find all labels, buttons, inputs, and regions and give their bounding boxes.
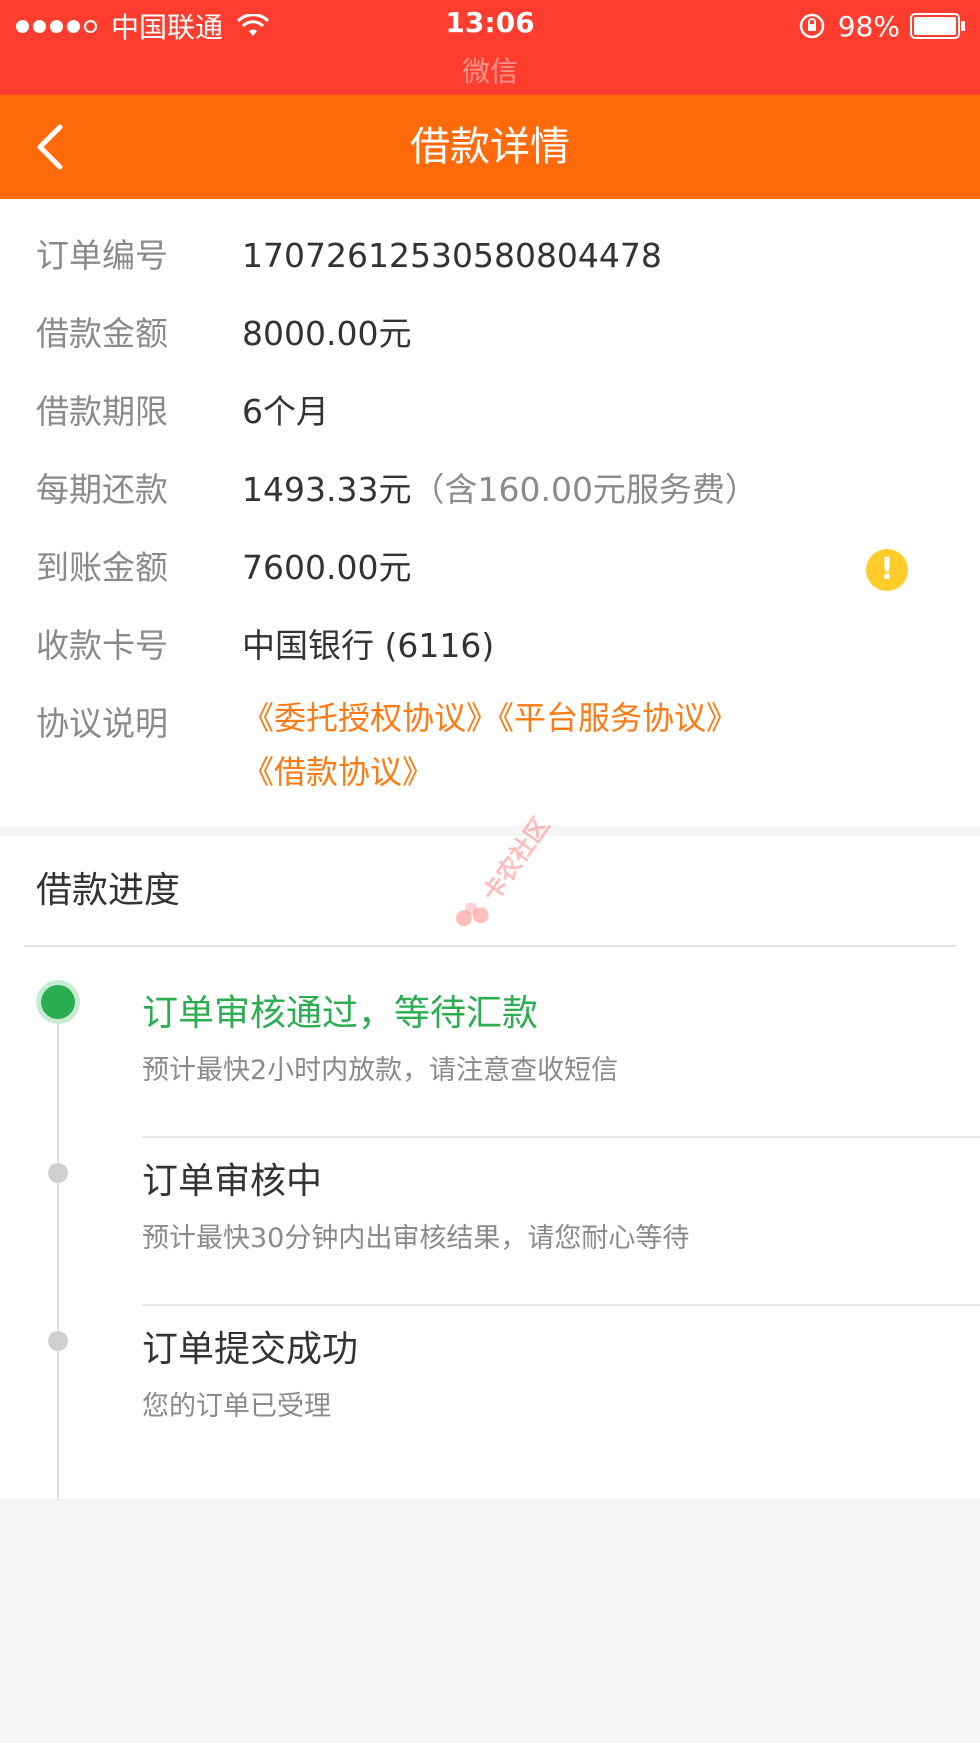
detail-label: 订单编号 xyxy=(36,236,168,275)
detail-label: 借款金额 xyxy=(36,314,168,353)
protocol-link-authorization[interactable]: 《委托授权协议》 xyxy=(242,699,498,737)
detail-label: 每期还款 xyxy=(36,470,168,509)
detail-row-loan-term: 借款期限 6个月 xyxy=(0,373,980,451)
step-status-active-icon xyxy=(41,985,75,1019)
detail-row-order-number: 订单编号 170726125305808044​78 xyxy=(0,217,980,295)
page-title: 借款详情 xyxy=(410,124,570,170)
detail-value: 1493.33元（含160.00元服务费） xyxy=(242,451,758,529)
detail-row-installment: 每期还款 1493.33元（含160.00元服务费） xyxy=(0,451,980,529)
battery-icon xyxy=(910,13,965,39)
service-fee-note: （含160.00元服务费） xyxy=(411,470,758,509)
step-desc: 预计最快2小时内放款，请注意查收短信 xyxy=(142,1055,619,1086)
divider xyxy=(142,1304,980,1306)
detail-row-bank-card: 收款卡号 中国银行 (6116) xyxy=(0,607,980,685)
step-status-icon xyxy=(48,1163,68,1183)
step-title: 订单提交成功 xyxy=(142,1329,359,1370)
status-bar: 中国联通 13:06 微信 98% xyxy=(0,0,980,95)
detail-value: 中国银行 (6116) xyxy=(242,626,495,665)
detail-value: 6个月 xyxy=(242,392,329,431)
divider xyxy=(24,945,956,947)
divider xyxy=(142,1136,980,1138)
detail-label: 协议说明 xyxy=(36,704,168,743)
status-right: 98% xyxy=(798,6,966,46)
detail-label: 收款卡号 xyxy=(36,626,168,665)
step-desc: 预计最快30分钟内出审核结果，请您耐心等待 xyxy=(142,1223,690,1254)
step-title: 订单审核中 xyxy=(142,1161,323,1202)
step-status-icon xyxy=(48,1331,68,1351)
progress-title: 借款进度 xyxy=(36,870,181,911)
app-name: 微信 xyxy=(461,55,518,88)
detail-value: 170726125305808044​78 xyxy=(242,236,662,275)
protocol-links: 《委托授权协议》《平台服务协议》 《借款协议》 xyxy=(242,691,942,799)
step-title: 订单审核通过，等待汇款 xyxy=(142,993,539,1034)
warning-icon[interactable]: ! xyxy=(866,549,908,591)
protocol-link-platform-service[interactable]: 《平台服务协议》 xyxy=(498,699,738,737)
detail-row-received-amount: 到账金额 7600.00元 xyxy=(0,529,980,607)
installment-amount: 1493.33元 xyxy=(242,470,412,509)
rotation-lock-icon xyxy=(799,13,825,39)
detail-row-loan-amount: 借款金额 8000.00元 xyxy=(0,295,980,373)
nav-bar: 借款详情 xyxy=(0,95,980,199)
timeline-line xyxy=(57,1001,59,1501)
protocol-link-loan[interactable]: 《借款协议》 xyxy=(242,753,434,791)
detail-label: 借款期限 xyxy=(36,392,168,431)
detail-label: 到账金额 xyxy=(36,548,168,587)
step-desc: 您的订单已受理 xyxy=(142,1391,331,1422)
detail-value: 8000.00元 xyxy=(242,314,412,353)
battery-percent: 98% xyxy=(837,9,900,43)
detail-value: 7600.00元 xyxy=(242,548,412,587)
